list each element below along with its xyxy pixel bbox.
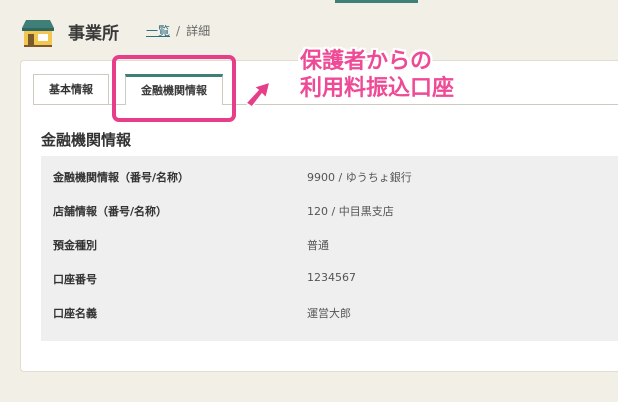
tab-basic-info[interactable]: 基本情報 (33, 74, 109, 104)
tab-highlight-box (112, 55, 236, 122)
section-title: 金融機関情報 (41, 131, 132, 149)
annotation-callout: 保護者からの 利用料振込口座 (300, 48, 454, 102)
callout-line-2: 利用料振込口座 (300, 76, 455, 101)
row-label: 金融機関情報（番号/名称） (53, 171, 190, 184)
detail-card: 基本情報 金融機関情報 金融機関情報 金融機関情報（番号/名称） 9900 / … (20, 60, 618, 372)
row-label: 預金種別 (53, 239, 97, 252)
breadcrumb-list-link[interactable]: 一覧 (146, 24, 170, 38)
shop-icon (22, 20, 54, 47)
row-label: 口座番号 (53, 273, 97, 286)
financial-info-table: 金融機関情報（番号/名称） 9900 / ゆうちょ銀行 店舗情報（番号/名称） … (41, 156, 618, 341)
arrow-icon (244, 80, 272, 108)
row-label: 口座名義 (53, 307, 97, 320)
row-label: 店舗情報（番号/名称） (53, 205, 168, 218)
table-row: 店舗情報（番号/名称） 120 / 中目黒支店 (41, 192, 618, 226)
table-row: 口座番号 1234567 (41, 260, 618, 294)
table-row: 金融機関情報（番号/名称） 9900 / ゆうちょ銀行 (41, 158, 618, 192)
breadcrumb: 一覧 / 詳細 (146, 22, 210, 39)
row-value: 9900 / ゆうちょ銀行 (307, 171, 412, 184)
breadcrumb-current: 詳細 (186, 24, 211, 38)
table-row: 口座名義 運営大郎 (41, 294, 618, 328)
page-title: 事業所 (68, 24, 119, 44)
row-value: 普通 (307, 239, 329, 252)
table-row: 預金種別 普通 (41, 226, 618, 260)
breadcrumb-separator: / (176, 24, 181, 38)
row-value: 120 / 中目黒支店 (307, 205, 394, 218)
row-value: 1234567 (307, 271, 356, 284)
callout-line-1: 保護者からの (300, 49, 433, 74)
row-value: 運営大郎 (307, 307, 351, 320)
